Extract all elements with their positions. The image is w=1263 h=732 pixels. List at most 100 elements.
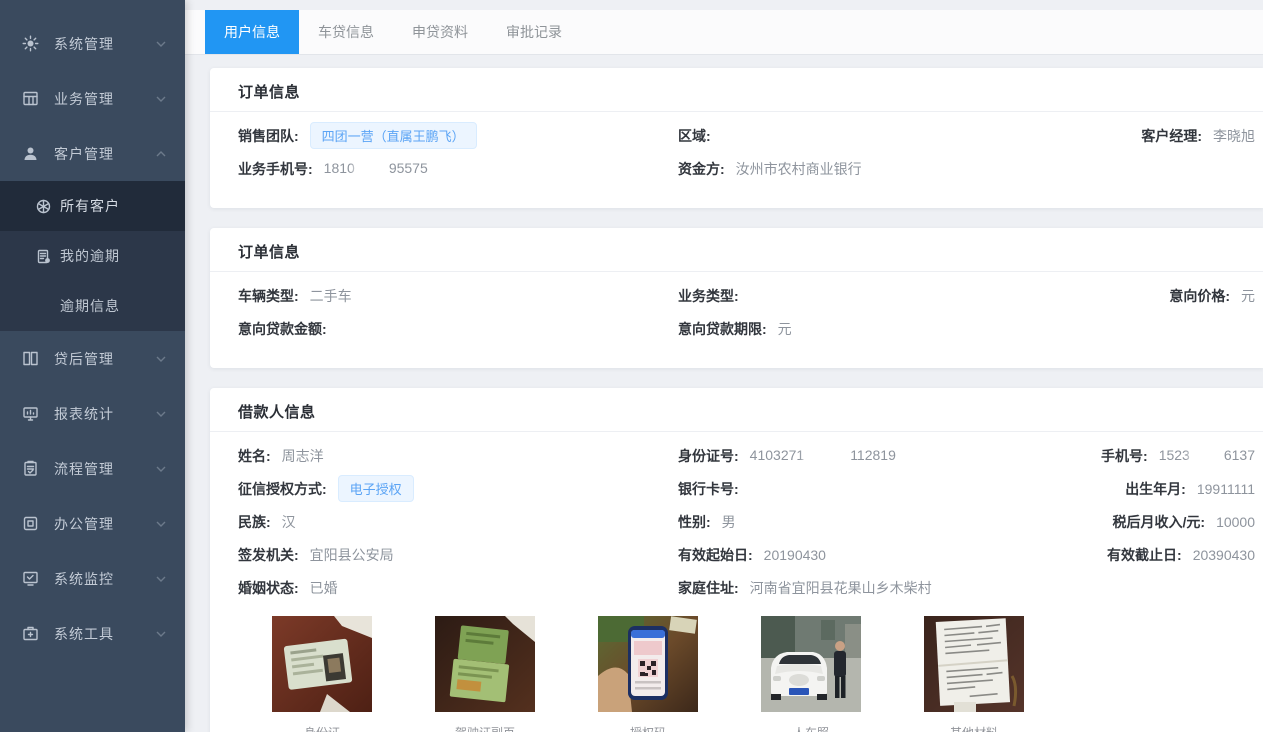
clipboard-icon xyxy=(22,460,39,477)
sidebar-item-label: 系统管理 xyxy=(54,34,155,54)
home-address-field: 家庭住址: 河南省宜阳县花果山乡木柴村 xyxy=(678,578,1076,598)
field-label: 区域: xyxy=(678,126,711,146)
sidebar-item-postloan-management[interactable]: 贷后管理 xyxy=(0,331,185,386)
field-label: 民族: xyxy=(238,512,271,532)
field-label: 车辆类型: xyxy=(238,286,299,306)
sales-team-tag: 四团一营（直属王鹏飞） xyxy=(310,122,477,149)
borrower-info-card: 借款人信息 姓名: 周志洋 身份证号: 4103271112819 手机号: 1… xyxy=(210,388,1263,732)
sidebar-item-all-customers[interactable]: 所有客户 xyxy=(0,181,185,231)
field-label: 银行卡号: xyxy=(678,479,739,499)
valid-to-field: 有效截止日: 20390430 xyxy=(1076,545,1255,565)
field-label: 税后月收入/元: xyxy=(1113,512,1206,532)
field-label: 客户经理: xyxy=(1141,126,1202,146)
sidebar-item-label: 逾期信息 xyxy=(60,296,120,316)
chevron-down-icon xyxy=(155,38,167,50)
tab-content: 订单信息 销售团队: 四团一营（直属王鹏飞） 区域: 客户经理: 李晓旭 xyxy=(185,55,1263,732)
field-value: 19911111 xyxy=(1197,481,1255,497)
card-title: 订单信息 xyxy=(210,68,1263,112)
sidebar-item-label: 办公管理 xyxy=(54,514,155,534)
main-content: 用户信息 车贷信息 申贷资料 审批记录 订单信息 销售团队: 四团一营（直属王鹏… xyxy=(185,0,1263,732)
chevron-down-icon xyxy=(155,408,167,420)
sidebar-item-label: 系统监控 xyxy=(54,569,155,589)
wheel-icon xyxy=(36,199,51,214)
card-title: 订单信息 xyxy=(210,228,1263,272)
tab-approval-records[interactable]: 审批记录 xyxy=(487,10,581,54)
photo-block: 人车照 xyxy=(761,616,861,732)
field-label: 业务手机号: xyxy=(238,159,313,179)
monitor-icon xyxy=(22,405,39,422)
sidebar-item-process-management[interactable]: 流程管理 xyxy=(0,441,185,496)
name-field: 姓名: 周志洋 xyxy=(238,446,678,466)
intent-price-field: 意向价格: 元 xyxy=(1076,286,1255,306)
order-info-card-1: 订单信息 销售团队: 四团一营（直属王鹏飞） 区域: 客户经理: 李晓旭 xyxy=(210,68,1263,208)
chevron-down-icon xyxy=(155,93,167,105)
photo-block: 身份证 xyxy=(272,616,372,732)
sidebar-item-label: 我的逾期 xyxy=(60,246,120,266)
field-label: 意向价格: xyxy=(1169,286,1230,306)
tab-loan-application-docs[interactable]: 申贷资料 xyxy=(393,10,487,54)
field-value: 4103271112819 xyxy=(750,447,896,464)
field-label: 意向贷款期限: xyxy=(678,319,767,339)
sidebar-item-label: 贷后管理 xyxy=(54,349,155,369)
funder-field: 资金方: 汝州市农村商业银行 xyxy=(678,159,1076,179)
ethnicity-field: 民族: 汉 xyxy=(238,512,678,532)
id-card-photo[interactable] xyxy=(272,616,372,712)
sidebar-item-system-tools[interactable]: 系统工具 xyxy=(0,606,185,661)
field-label: 有效起始日: xyxy=(678,545,753,565)
valid-from-field: 有效起始日: 20190430 xyxy=(678,545,1076,565)
customer-management-submenu: 所有客户 我的逾期 逾期信息 xyxy=(0,181,185,331)
field-label: 有效截止日: xyxy=(1107,545,1182,565)
field-label: 销售团队: xyxy=(238,126,299,146)
redaction-blur xyxy=(356,162,388,177)
phone-qr-photo[interactable] xyxy=(598,616,698,712)
field-label: 手机号: xyxy=(1101,446,1148,466)
business-phone-field: 业务手机号: 181095575 xyxy=(238,159,678,179)
redaction-blur xyxy=(805,449,849,464)
sidebar-item-customer-management[interactable]: 客户管理 xyxy=(0,126,185,181)
field-label: 性别: xyxy=(678,512,711,532)
grid-icon xyxy=(22,90,39,107)
sidebar-item-office-management[interactable]: 办公管理 xyxy=(0,496,185,551)
tab-car-loan-info[interactable]: 车贷信息 xyxy=(299,10,393,54)
office-icon xyxy=(22,515,39,532)
field-label: 姓名: xyxy=(238,446,271,466)
loan-amount-field: 意向贷款金额: xyxy=(238,319,678,339)
person-car-photo[interactable] xyxy=(761,616,861,712)
field-label: 婚姻状态: xyxy=(238,578,299,598)
chevron-up-icon xyxy=(155,148,167,160)
photo-block: 其他材料 xyxy=(924,616,1024,732)
sales-team-field: 销售团队: 四团一营（直属王鹏飞） xyxy=(238,122,678,149)
sidebar-item-overdue-info[interactable]: 逾期信息 xyxy=(0,281,185,331)
sidebar-item-my-overdue[interactable]: 我的逾期 xyxy=(0,231,185,281)
field-value: 周志洋 xyxy=(282,446,324,466)
sidebar-item-system-management[interactable]: 系统管理 xyxy=(0,16,185,71)
field-value: 宜阳县公安局 xyxy=(310,545,394,565)
sidebar-item-report-statistics[interactable]: 报表统计 xyxy=(0,386,185,441)
tab-user-info[interactable]: 用户信息 xyxy=(205,10,299,54)
sidebar-item-business-management[interactable]: 业务管理 xyxy=(0,71,185,126)
bank-card-field: 银行卡号: xyxy=(678,479,1076,499)
chevron-down-icon xyxy=(155,518,167,530)
field-value: 男 xyxy=(722,512,736,532)
field-value: 已婚 xyxy=(310,578,338,598)
gender-field: 性别: 男 xyxy=(678,512,1076,532)
sidebar-item-system-monitoring[interactable]: 系统监控 xyxy=(0,551,185,606)
field-value: 元 xyxy=(778,319,792,339)
sidebar: 系统管理 业务管理 客户管理 所有客户 我的逾期 逾 xyxy=(0,0,185,732)
book-icon xyxy=(22,350,39,367)
field-value: 汝州市农村商业银行 xyxy=(736,159,862,179)
license-booklet-photo[interactable] xyxy=(435,616,535,712)
card-title: 借款人信息 xyxy=(210,388,1263,432)
field-value: 李晓旭 xyxy=(1213,126,1255,146)
chevron-down-icon xyxy=(155,628,167,640)
toolbox-icon xyxy=(22,625,39,642)
handwritten-doc-photo[interactable] xyxy=(924,616,1024,712)
field-label: 出生年月: xyxy=(1125,479,1186,499)
photo-caption: 人车照 xyxy=(761,724,861,732)
id-number-field: 身份证号: 4103271112819 xyxy=(678,446,1076,466)
region-field: 区域: xyxy=(678,126,1076,146)
phone-field: 手机号: 15236137 xyxy=(1076,446,1255,466)
field-label: 签发机关: xyxy=(238,545,299,565)
sidebar-item-label: 系统工具 xyxy=(54,624,155,644)
field-label: 身份证号: xyxy=(678,446,739,466)
